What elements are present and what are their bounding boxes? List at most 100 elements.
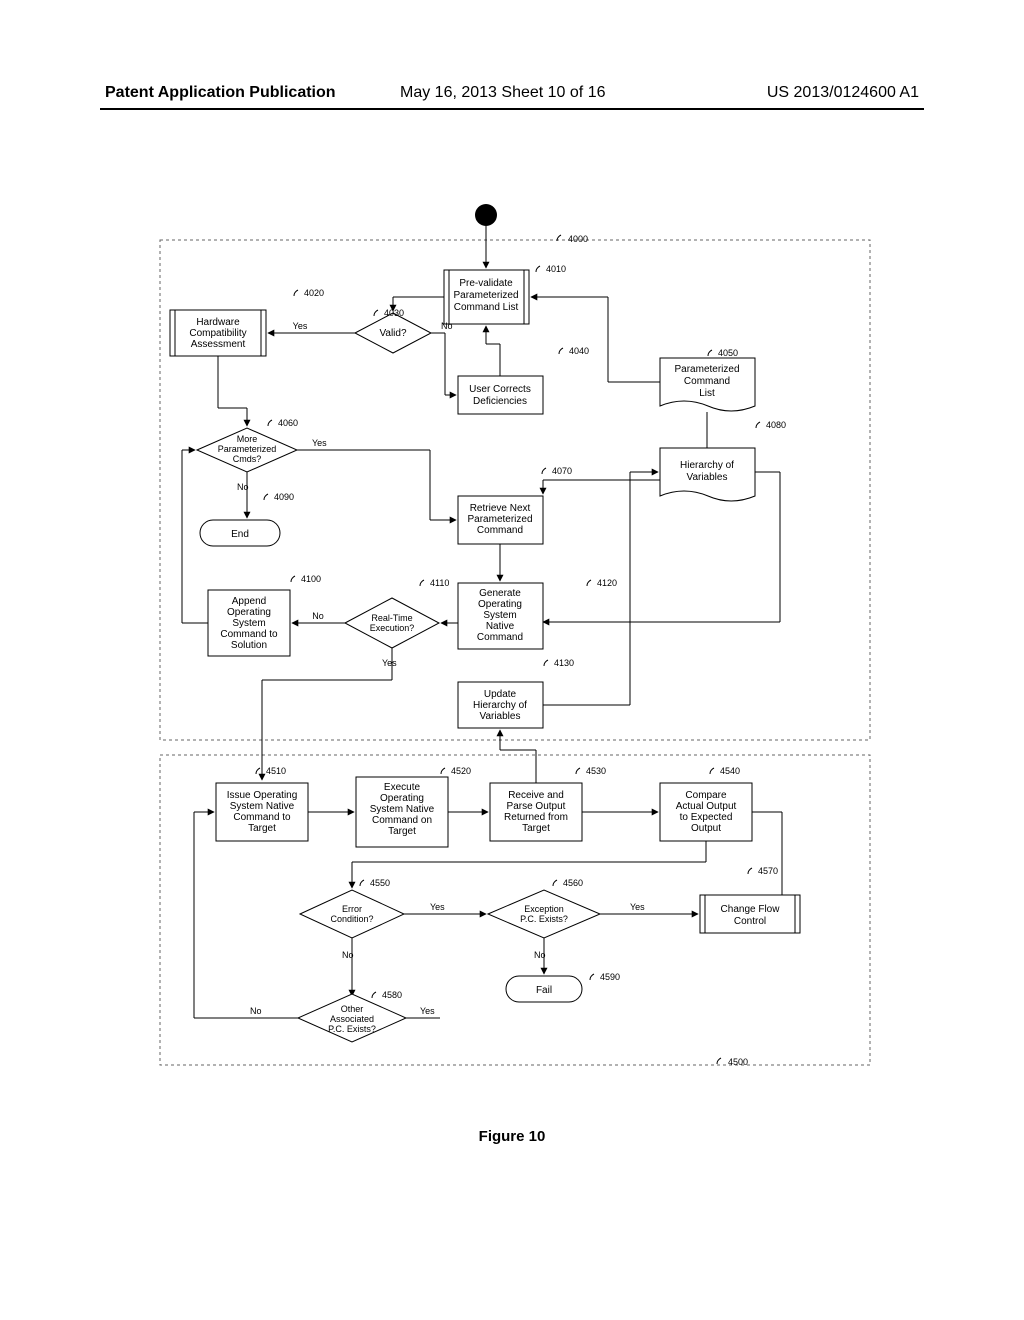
ref-4050: 4050 bbox=[718, 348, 738, 358]
n4560-l1: Exception bbox=[524, 904, 564, 914]
ref-4550: 4550 bbox=[370, 878, 390, 888]
n4100-l1: Append bbox=[232, 596, 266, 607]
ref-4570: 4570 bbox=[758, 866, 778, 876]
n4120-l5: Command bbox=[477, 632, 523, 643]
n4060-l1: More bbox=[237, 434, 258, 444]
ref-4130: 4130 bbox=[554, 658, 574, 668]
n4100-l2: Operating bbox=[227, 607, 271, 618]
n4050-l1: Parameterized bbox=[674, 364, 739, 375]
ref-4120: 4120 bbox=[597, 578, 617, 588]
yes2: Yes bbox=[312, 438, 327, 448]
n4080-l2: Variables bbox=[687, 472, 728, 483]
ref-4010: 4010 bbox=[546, 264, 566, 274]
n4520-l4: Command on bbox=[372, 815, 432, 826]
n4570-l2: Control bbox=[734, 916, 766, 927]
n4560-l2: P.C. Exists? bbox=[520, 914, 568, 924]
no6: No bbox=[250, 1006, 262, 1016]
ref-4580: 4580 bbox=[382, 990, 402, 1000]
n4060-l3: Cmds? bbox=[233, 454, 262, 464]
n4110-l1: Real-Time bbox=[371, 613, 412, 623]
n4550-l2: Condition? bbox=[330, 914, 373, 924]
ref-4000: 4000 bbox=[568, 234, 588, 244]
n4530-l4: Target bbox=[522, 823, 550, 834]
n4590-l: Fail bbox=[536, 985, 552, 996]
n4520-l5: Target bbox=[388, 826, 416, 837]
ref-4040: 4040 bbox=[569, 346, 589, 356]
ref-4030: 4030 bbox=[384, 308, 404, 318]
n4010-l3: Command List bbox=[454, 302, 519, 313]
no1: No bbox=[441, 321, 453, 331]
yes6: Yes bbox=[420, 1006, 435, 1016]
n4530-l3: Returned from bbox=[504, 812, 568, 823]
n4070-l3: Command bbox=[477, 525, 523, 536]
n4070-l2: Parameterized bbox=[467, 514, 532, 525]
n4540-l1: Compare bbox=[685, 790, 727, 801]
ref-4090: 4090 bbox=[274, 492, 294, 502]
n4520-l3: System Native bbox=[370, 804, 435, 815]
n4010-l2: Parameterized bbox=[453, 290, 518, 301]
ref-4020: 4020 bbox=[304, 288, 324, 298]
yes3: Yes bbox=[382, 658, 397, 668]
n4050-l2: Command bbox=[684, 376, 730, 387]
n4020-l1: Hardware bbox=[196, 317, 240, 328]
ref-4080: 4080 bbox=[766, 420, 786, 430]
yes1: Yes bbox=[293, 321, 308, 331]
ref-4070: 4070 bbox=[552, 466, 572, 476]
n4080-l1: Hierarchy of bbox=[680, 460, 734, 471]
n4020-l3: Assessment bbox=[191, 339, 246, 350]
n4120-l2: Operating bbox=[478, 599, 522, 610]
n4580-l1: Other bbox=[341, 1004, 364, 1014]
ref-4500: 4500 bbox=[728, 1057, 748, 1067]
n4030-l: Valid? bbox=[379, 328, 406, 339]
ref-4590: 4590 bbox=[600, 972, 620, 982]
n4120-l3: System bbox=[483, 610, 516, 621]
n4130-l3: Variables bbox=[480, 711, 521, 722]
n4130-l2: Hierarchy of bbox=[473, 700, 527, 711]
n4060-l2: Parameterized bbox=[218, 444, 277, 454]
ref-4100: 4100 bbox=[301, 574, 321, 584]
n4090-l: End bbox=[231, 529, 249, 540]
n4520-l2: Operating bbox=[380, 793, 424, 804]
n4010-l1: Pre-validate bbox=[459, 278, 513, 289]
n4580-l2: Associated bbox=[330, 1014, 374, 1024]
n4570-l1: Change Flow bbox=[721, 904, 781, 915]
ref-4520: 4520 bbox=[451, 766, 471, 776]
n4040-l1: User Corrects bbox=[469, 384, 531, 395]
n4540-l2: Actual Output bbox=[676, 801, 737, 812]
n4050-l3: List bbox=[699, 388, 715, 399]
n4510-l3: Command to bbox=[233, 812, 291, 823]
n4510-l4: Target bbox=[248, 823, 276, 834]
n4120-l1: Generate bbox=[479, 588, 521, 599]
ref-4510: 4510 bbox=[266, 766, 286, 776]
n4100-l3: System bbox=[232, 618, 265, 629]
n4120-l4: Native bbox=[486, 621, 515, 632]
n4510-l2: System Native bbox=[230, 801, 295, 812]
n4540-l3: to Expected bbox=[680, 812, 733, 823]
yes4: Yes bbox=[430, 902, 445, 912]
n4020-l2: Compatibility bbox=[189, 328, 246, 339]
n4100-l5: Solution bbox=[231, 640, 267, 651]
n4580-l3: P.C. Exists? bbox=[328, 1024, 376, 1034]
n4530-l1: Receive and bbox=[508, 790, 564, 801]
n4110-l2: Execution? bbox=[370, 623, 415, 633]
yes5: Yes bbox=[630, 902, 645, 912]
ref-4530: 4530 bbox=[586, 766, 606, 776]
n4520-l1: Execute bbox=[384, 782, 421, 793]
n4070-l1: Retrieve Next bbox=[470, 503, 531, 514]
ref-4060: 4060 bbox=[278, 418, 298, 428]
no4: No bbox=[342, 950, 354, 960]
ref-4110: 4110 bbox=[430, 578, 449, 588]
n4550-l1: Error bbox=[342, 904, 362, 914]
no5: No bbox=[534, 950, 546, 960]
n4040-l2: Deficiencies bbox=[473, 396, 527, 407]
n4130-l1: Update bbox=[484, 689, 517, 700]
n4540-l4: Output bbox=[691, 823, 721, 834]
ref-4540: 4540 bbox=[720, 766, 740, 776]
n4530-l2: Parse Output bbox=[507, 801, 566, 812]
figure-label: Figure 10 bbox=[0, 1128, 1024, 1145]
n4510-l1: Issue Operating bbox=[227, 790, 298, 801]
flowchart-diagram: 4000 4500 Pre-validate Parameterized Com… bbox=[0, 0, 1024, 1320]
no3: No bbox=[312, 611, 324, 621]
n4100-l4: Command to bbox=[220, 629, 278, 640]
ref-4560: 4560 bbox=[563, 878, 583, 888]
